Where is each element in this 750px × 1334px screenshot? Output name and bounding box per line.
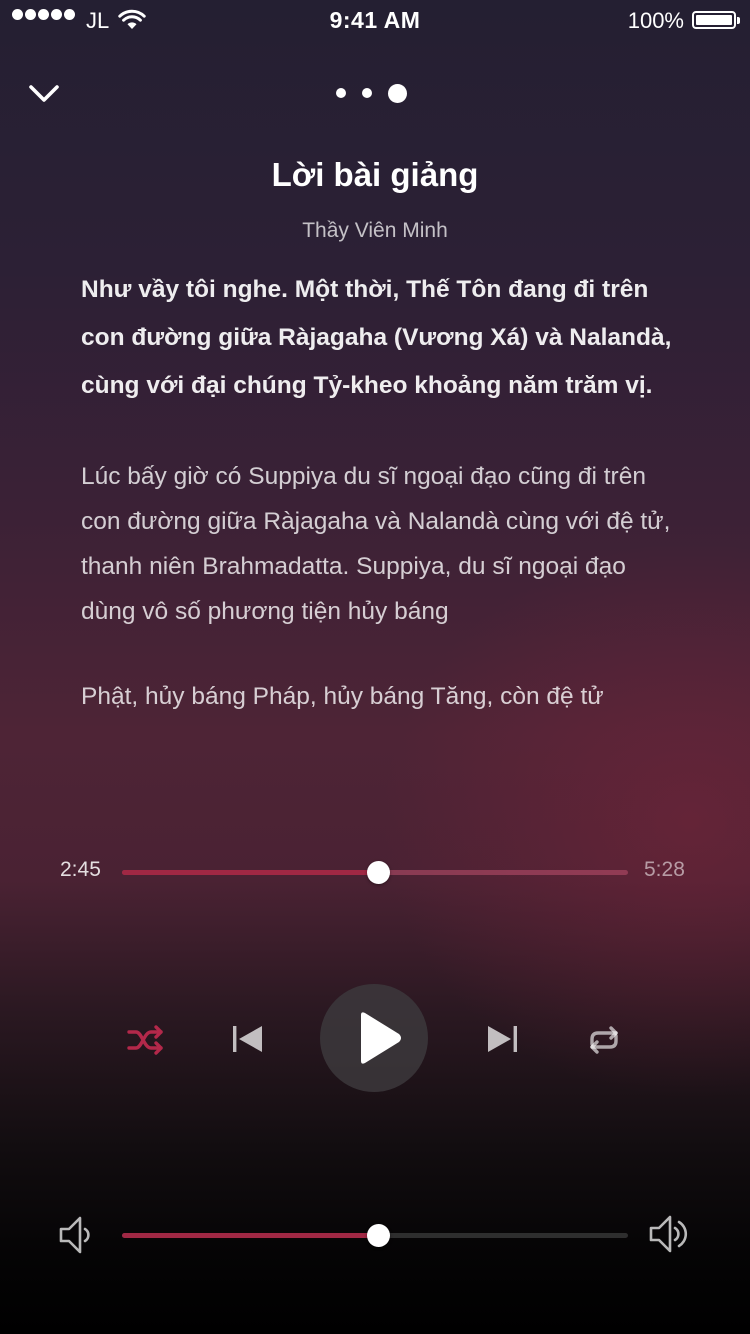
speaker-name: Thầy Viên Minh (302, 219, 448, 242)
total-time: 5:28 (644, 858, 685, 881)
battery-icon (692, 11, 740, 29)
progress-thumb[interactable] (367, 861, 390, 884)
shuffle-icon (127, 1025, 163, 1055)
volume-high-icon (649, 1215, 688, 1253)
volume-low-button[interactable] (56, 1212, 98, 1258)
page-dot-active[interactable] (388, 83, 407, 103)
volume-high-button[interactable] (646, 1210, 694, 1258)
chevron-down-icon (29, 85, 59, 102)
shuffle-button[interactable] (126, 1022, 168, 1058)
page-dot[interactable] (336, 88, 346, 98)
lyrics-panel[interactable]: Như vầy tôi nghe. Một thời, Thế Tôn đang… (81, 266, 681, 719)
collapse-button[interactable] (26, 78, 66, 110)
now-playing-screen: JL 9:41 AM 100% Lời bài giảng Thầy Viên … (0, 0, 750, 1334)
next-button[interactable] (484, 1020, 522, 1058)
progress-slider[interactable] (122, 860, 628, 884)
progress-fill (122, 870, 378, 875)
volume-slider[interactable] (122, 1223, 628, 1247)
volume-thumb[interactable] (367, 1224, 390, 1247)
page-title: Lời bài giảng (271, 156, 479, 193)
skip-next-icon (488, 1026, 517, 1052)
volume-fill (122, 1233, 378, 1238)
page-dot[interactable] (362, 88, 372, 98)
lyric-paragraph-current: Như vầy tôi nghe. Một thời, Thế Tôn đang… (81, 276, 672, 399)
volume-low-icon (59, 1216, 90, 1254)
play-button[interactable] (320, 984, 428, 1092)
lyric-paragraph: Lúc bấy giờ có Suppiya du sĩ ngoại đạo c… (81, 463, 671, 625)
repeat-button[interactable] (584, 1022, 624, 1058)
repeat-icon (590, 1026, 618, 1054)
battery-percentage: 100% (627, 8, 684, 33)
page-indicator[interactable] (336, 82, 416, 104)
status-bar: JL 9:41 AM 100% (0, 0, 750, 40)
play-icon (361, 1012, 401, 1064)
lyric-paragraph: Phật, hủy báng Pháp, hủy báng Tăng, còn … (81, 683, 604, 710)
previous-button[interactable] (228, 1020, 266, 1058)
skip-previous-icon (233, 1026, 262, 1052)
elapsed-time: 2:45 (60, 858, 101, 881)
